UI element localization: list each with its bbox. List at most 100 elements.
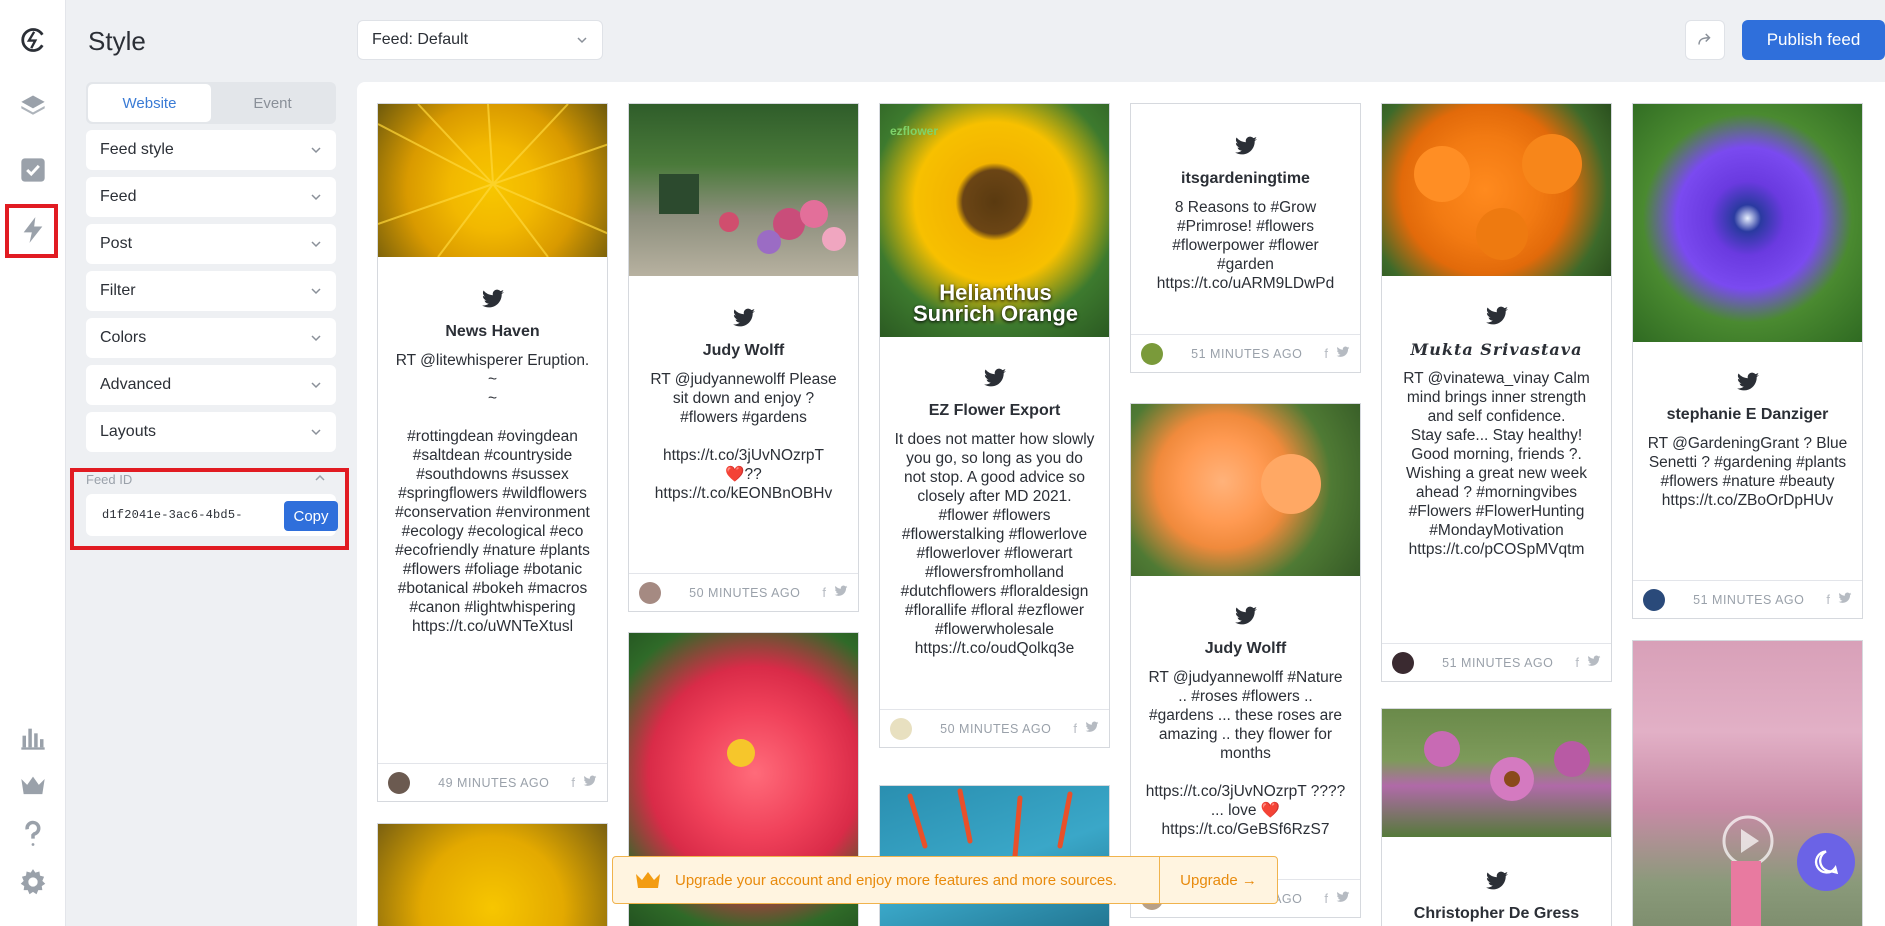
share-button[interactable] <box>1685 20 1725 60</box>
post-time: 51 MINUTES AGO <box>1442 655 1554 670</box>
post-card[interactable]: Mukta Srivastava RT @vinatewa_vinay Calm… <box>1381 103 1612 682</box>
chevron-down-icon <box>311 288 321 295</box>
publish-feed-button[interactable]: Publish feed <box>1742 20 1885 60</box>
post-image <box>378 824 607 926</box>
highlight-box <box>5 204 58 258</box>
page-title: Style <box>88 26 146 56</box>
chat-bubble[interactable] <box>1797 833 1855 891</box>
post-image <box>1131 404 1360 576</box>
gear-icon[interactable] <box>0 860 66 904</box>
post-image: ezflower Helianthus Sunrich Orange <box>880 104 1109 337</box>
post-image <box>1382 709 1611 837</box>
twitter-icon[interactable] <box>1838 591 1852 608</box>
section-feed-style[interactable]: Feed style <box>86 130 336 170</box>
image-caption: Helianthus Sunrich Orange <box>912 280 1079 326</box>
avatar <box>1392 651 1414 674</box>
post-text: RT @vinatewa_vinay Calm mind brings inne… <box>1403 370 1590 558</box>
post-card[interactable]: Judy Wolff RT @judyannewolff Please sit … <box>628 103 859 612</box>
post-body: Judy Wolff RT @judyannewolff Please sit … <box>629 306 858 503</box>
twitter-icon[interactable] <box>583 774 597 791</box>
tab-website[interactable]: Website <box>88 84 211 122</box>
post-time: 51 MINUTES AGO <box>1191 346 1303 361</box>
facebook-icon[interactable]: f <box>1324 346 1328 361</box>
post-card[interactable]: stephanie E Danziger RT @GardeningGrant … <box>1632 103 1863 619</box>
stats-icon[interactable] <box>0 716 66 760</box>
post-card[interactable]: ezflower Helianthus Sunrich Orange EZ Fl… <box>879 103 1110 748</box>
section-post[interactable]: Post <box>86 224 336 264</box>
avatar <box>1141 342 1163 365</box>
facebook-icon[interactable]: f <box>1826 592 1830 607</box>
post-text: It does not matter how slowly you go, so… <box>894 431 1095 657</box>
post-author: Mukta Srivastava <box>1410 340 1583 359</box>
section-label: Feed style <box>100 141 174 158</box>
section-label: Layouts <box>100 423 157 440</box>
post-body: Mukta Srivastava RT @vinatewa_vinay Calm… <box>1382 304 1611 559</box>
checkbox-icon[interactable] <box>0 148 66 192</box>
section-filter[interactable]: Filter <box>86 271 336 311</box>
feed-select[interactable]: Feed: Default <box>357 20 603 60</box>
logo-icon[interactable] <box>0 18 66 62</box>
post-text: RT @GardeningGrant ? Blue Senetti ? #gar… <box>1647 435 1848 509</box>
avatar <box>388 771 410 794</box>
facebook-icon[interactable]: f <box>1324 891 1328 906</box>
twitter-icon <box>1485 871 1508 890</box>
style-panel: Style Website Event Feed style Feed Post… <box>66 0 355 926</box>
twitter-icon[interactable] <box>834 584 848 601</box>
post-body: Judy Wolff RT @judyannewolff #Nature .. … <box>1131 604 1360 839</box>
help-icon[interactable] <box>0 812 66 856</box>
facebook-icon[interactable]: f <box>571 775 575 790</box>
layers-icon[interactable] <box>0 84 66 128</box>
post-card[interactable] <box>377 823 608 926</box>
section-label: Colors <box>100 329 147 346</box>
post-body: News Haven RT @litewhisperer Eruption. ~… <box>378 287 607 636</box>
feed-preview: News Haven RT @litewhisperer Eruption. ~… <box>357 82 1885 926</box>
post-image <box>629 104 858 276</box>
avatar <box>890 717 912 740</box>
post-card[interactable]: Judy Wolff RT @judyannewolff #Nature .. … <box>1130 403 1361 918</box>
post-author: EZ Flower Export <box>928 402 1061 419</box>
post-footer: 49 MINUTES AGO f <box>378 763 607 801</box>
chat-icon <box>1814 850 1839 875</box>
chevron-down-icon <box>311 241 321 248</box>
post-card[interactable]: itsgardeningtime 8 Reasons to #Grow #Pri… <box>1130 103 1361 373</box>
facebook-icon[interactable]: f <box>822 585 826 600</box>
post-author: Judy Wolff <box>702 342 785 359</box>
section-layouts[interactable]: Layouts <box>86 412 336 452</box>
post-time: 50 MINUTES AGO <box>940 721 1052 736</box>
chevron-down-icon <box>311 194 321 201</box>
post-image <box>1633 104 1862 342</box>
twitter-icon[interactable] <box>1587 654 1601 671</box>
post-image <box>1382 104 1611 276</box>
section-feed[interactable]: Feed <box>86 177 336 217</box>
twitter-icon[interactable] <box>1085 720 1099 737</box>
post-image <box>378 104 607 257</box>
section-label: Post <box>100 235 133 252</box>
post-time: 49 MINUTES AGO <box>438 775 550 790</box>
upgrade-text: Upgrade your account and enjoy more feat… <box>675 871 1117 889</box>
section-label: Advanced <box>100 376 172 393</box>
post-card[interactable]: News Haven RT @litewhisperer Eruption. ~… <box>377 103 608 802</box>
chevron-down-icon <box>577 37 587 44</box>
twitter-icon <box>732 308 755 327</box>
post-time: 50 MINUTES AGO <box>689 585 801 600</box>
section-label: Feed <box>100 188 137 205</box>
post-author: News Haven <box>445 323 540 340</box>
upgrade-button[interactable]: Upgrade → <box>1159 857 1277 903</box>
facebook-icon[interactable]: f <box>1575 655 1579 670</box>
image-brand: ezflower <box>890 124 939 138</box>
twitter-icon[interactable] <box>1336 890 1350 907</box>
post-card[interactable]: Christopher De Gress <box>1381 708 1612 926</box>
crown-icon[interactable] <box>0 764 66 808</box>
crown-icon <box>636 872 660 888</box>
facebook-icon[interactable]: f <box>1073 721 1077 736</box>
twitter-icon <box>1234 606 1257 625</box>
twitter-icon[interactable] <box>1336 345 1350 362</box>
avatar <box>1643 588 1665 611</box>
section-colors[interactable]: Colors <box>86 318 336 358</box>
post-text: RT @judyannewolff #Nature .. #roses #flo… <box>1145 669 1346 838</box>
tab-event[interactable]: Event <box>211 84 334 122</box>
twitter-icon <box>983 368 1006 387</box>
share-icon <box>1698 33 1711 45</box>
section-advanced[interactable]: Advanced <box>86 365 336 405</box>
section-label: Filter <box>100 282 136 299</box>
